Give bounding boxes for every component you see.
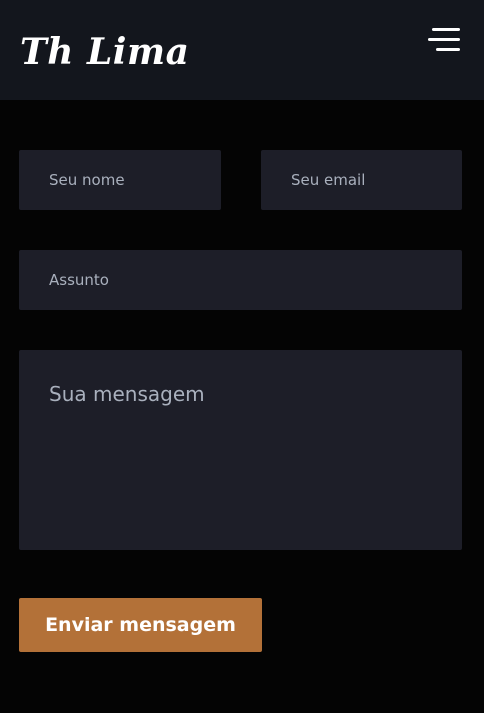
subject-input[interactable]	[19, 250, 462, 310]
menu-line	[428, 38, 460, 41]
site-logo[interactable]: Th Lima	[20, 28, 189, 76]
menu-line	[436, 48, 460, 51]
email-input[interactable]	[261, 150, 462, 210]
name-input[interactable]	[19, 150, 221, 210]
message-textarea[interactable]	[19, 350, 462, 550]
send-message-button[interactable]: Enviar mensagem	[19, 598, 262, 652]
hamburger-menu-icon[interactable]	[424, 26, 460, 54]
menu-line	[432, 28, 460, 31]
site-header: Th Lima	[0, 0, 484, 100]
